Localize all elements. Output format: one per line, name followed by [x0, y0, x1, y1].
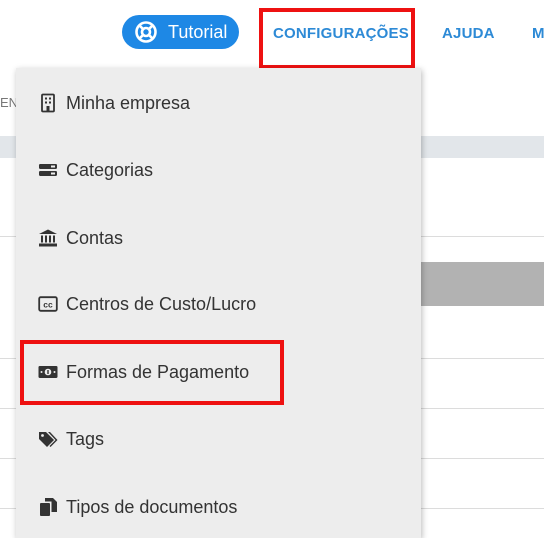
menu-item-label: Categorias: [66, 159, 154, 180]
menu-item-tipos-de-documentos[interactable]: Tipos de documentos: [16, 485, 421, 529]
menu-item-label: Contas: [66, 227, 124, 248]
configuracoes-dropdown-menu: Minha empresa Categorias Contas cc Centr…: [16, 68, 421, 538]
building-icon: [38, 93, 58, 113]
nav-more[interactable]: M: [532, 25, 544, 42]
menu-item-contas[interactable]: Contas: [16, 216, 421, 260]
menu-item-centros-de-custo[interactable]: cc Centros de Custo/Lucro: [16, 282, 421, 326]
tutorial-button[interactable]: Tutorial: [122, 15, 239, 49]
background-table-header: [420, 262, 544, 306]
menu-item-tags[interactable]: Tags: [16, 417, 421, 461]
bank-icon: [38, 228, 58, 248]
svg-text:cc: cc: [43, 300, 53, 310]
highlight-box-configuracoes: [259, 8, 415, 69]
menu-item-label: Minha empresa: [66, 92, 191, 113]
menu-item-label: Tags: [66, 428, 105, 449]
menu-item-minha-empresa[interactable]: Minha empresa: [16, 81, 421, 125]
tags-icon: [38, 429, 58, 449]
lifebuoy-icon: [135, 21, 157, 43]
menu-item-label: Tipos de documentos: [66, 496, 238, 517]
menu-item-label: Centros de Custo/Lucro: [66, 293, 257, 314]
nav-ajuda[interactable]: AJUDA: [442, 25, 495, 42]
list-icon: [38, 160, 58, 180]
copy-icon: [38, 497, 58, 517]
menu-item-categorias[interactable]: Categorias: [16, 148, 421, 192]
tutorial-label: Tutorial: [168, 21, 228, 42]
highlight-box-formas-de-pagamento: [20, 340, 284, 405]
cc-icon: cc: [38, 294, 58, 314]
